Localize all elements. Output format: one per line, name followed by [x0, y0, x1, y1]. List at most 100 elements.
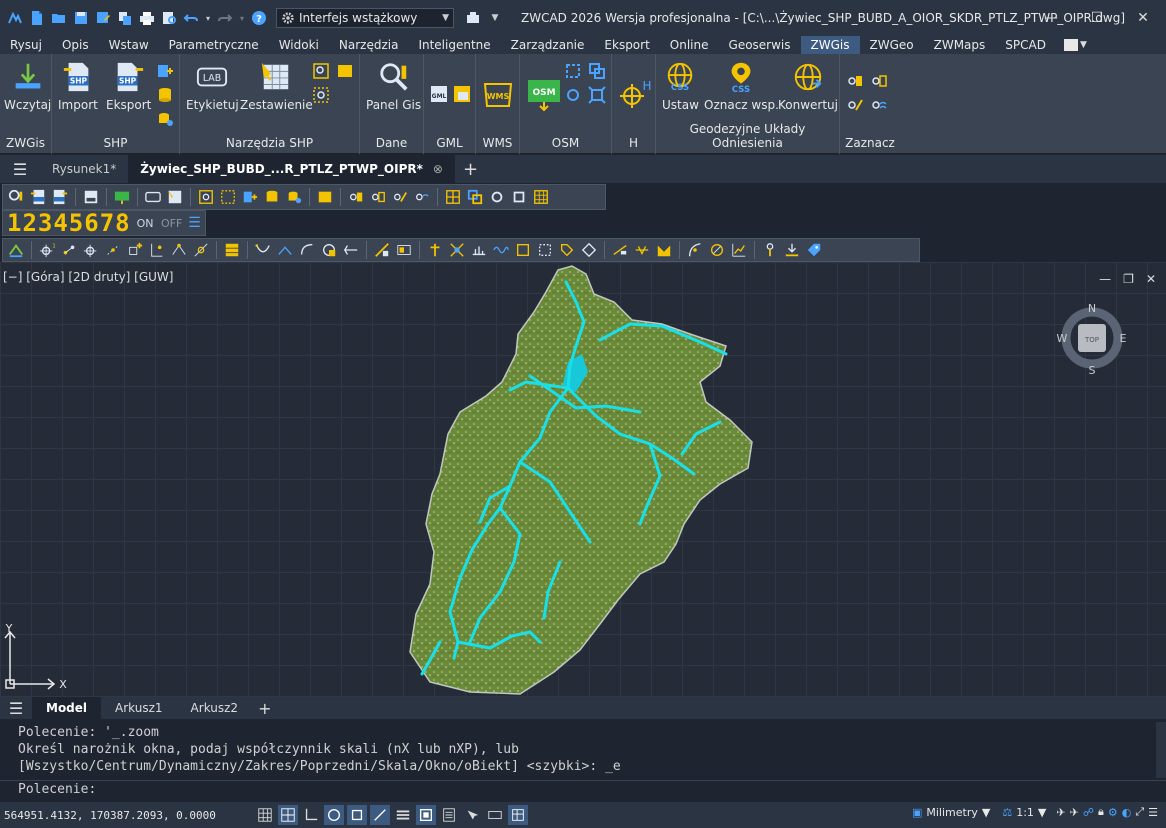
redo-icon[interactable] — [216, 9, 234, 27]
drawing-viewport[interactable]: [−] [Góra] [2D druty] [GUW] — ❐ ✕ TOP N … — [0, 262, 1166, 697]
menu-zwgeo[interactable]: ZWGeo — [860, 36, 924, 54]
tab-arkusz1[interactable]: Arkusz1 — [101, 697, 177, 719]
viewport-controls-label[interactable]: [−] [Góra] [2D druty] [GUW] — [3, 270, 173, 284]
frame-copy-icon[interactable] — [465, 187, 485, 207]
copy-icon[interactable] — [116, 9, 134, 27]
print-icon[interactable] — [138, 9, 156, 27]
summary-small-icon[interactable] — [165, 187, 185, 207]
annotation-visibility-icon[interactable]: ✈ — [1056, 806, 1065, 819]
point-7-icon[interactable] — [169, 240, 189, 260]
help-icon[interactable]: ? — [250, 9, 268, 27]
curve-5-icon[interactable] — [341, 240, 361, 260]
import-button[interactable]: SHP Import — [58, 60, 98, 112]
measure-2-icon[interactable] — [394, 240, 414, 260]
curve-1-icon[interactable] — [253, 240, 273, 260]
db-small-icon[interactable] — [262, 187, 282, 207]
slope-2-icon[interactable] — [707, 240, 727, 260]
refresh-frame-icon[interactable] — [487, 187, 507, 207]
gis-panel-small-icon[interactable] — [6, 187, 26, 207]
number-buttons[interactable]: 12345678 — [7, 209, 131, 237]
measure-1-icon[interactable] — [372, 240, 392, 260]
gis-panel-button[interactable]: Panel Gis — [366, 60, 421, 112]
load-button[interactable]: Wczytaj — [4, 60, 51, 112]
snap-2-icon[interactable] — [447, 240, 467, 260]
command-input[interactable]: Polecenie: — [0, 780, 1166, 800]
highlight-icon[interactable] — [336, 62, 354, 80]
database-icon[interactable] — [156, 86, 174, 104]
select-area-icon[interactable] — [312, 86, 330, 104]
osm-frame-icon[interactable] — [564, 62, 582, 80]
tab-model[interactable]: Model — [32, 697, 102, 719]
point-1-icon[interactable]: 1 — [37, 240, 57, 260]
tab-rysunek1[interactable]: Rysunek1* — [40, 155, 128, 183]
settings-icon[interactable]: ⚙ — [1108, 806, 1118, 819]
add-tab-icon[interactable]: + — [463, 159, 478, 180]
new-file-icon[interactable] — [28, 9, 46, 27]
point-4-icon[interactable] — [103, 240, 123, 260]
add-layer-icon[interactable] — [156, 62, 174, 80]
viewport-minimize-icon[interactable]: — — [1099, 272, 1111, 286]
slope-1-icon[interactable] — [685, 240, 705, 260]
snap-4-icon[interactable] — [491, 240, 511, 260]
osm-small-icon[interactable] — [112, 187, 132, 207]
text-3-icon[interactable] — [654, 240, 674, 260]
hamburger-menu-icon[interactable]: ☰ — [0, 160, 40, 179]
zoom-window-icon[interactable] — [312, 62, 330, 80]
gml-small-icon[interactable] — [81, 187, 101, 207]
osnap-icon[interactable] — [347, 805, 367, 825]
grid-table-icon[interactable] — [531, 187, 551, 207]
units-value[interactable]: Milimetry — [926, 806, 978, 819]
point-3-icon[interactable] — [81, 240, 101, 260]
add-layout-icon[interactable]: + — [258, 699, 271, 718]
app-menu-icon[interactable] — [6, 9, 24, 27]
dynamic-input-icon[interactable] — [485, 805, 505, 825]
db-link-small-icon[interactable] — [284, 187, 304, 207]
point-2-icon[interactable] — [59, 240, 79, 260]
on-button[interactable]: ON — [137, 217, 154, 230]
text-2-icon[interactable] — [632, 240, 652, 260]
off-button[interactable]: OFF — [161, 217, 182, 230]
otrack-icon[interactable] — [370, 805, 390, 825]
curve-3-icon[interactable] — [297, 240, 317, 260]
menu-narzedzia[interactable]: Narzędzia — [329, 36, 409, 54]
set-button[interactable]: CSS Ustaw — [662, 60, 699, 112]
menu-zwmaps[interactable]: ZWMaps — [924, 36, 996, 54]
text-1-icon[interactable] — [610, 240, 630, 260]
summary-button[interactable]: Zestawienie — [240, 60, 313, 112]
point-6-icon[interactable] — [147, 240, 167, 260]
mark-2-icon[interactable] — [368, 187, 388, 207]
shp-import-small-icon[interactable] — [28, 187, 48, 207]
export-button[interactable]: SHP Eksport — [106, 60, 151, 112]
menu-spcad[interactable]: SPCAD — [995, 36, 1056, 54]
tab-arkusz2[interactable]: Arkusz2 — [177, 697, 253, 719]
quick-props-icon[interactable] — [439, 805, 459, 825]
select-water-icon[interactable] — [870, 96, 888, 114]
database-link-icon[interactable] — [156, 110, 174, 128]
snap-3-icon[interactable] — [469, 240, 489, 260]
table-small-icon[interactable] — [222, 240, 242, 260]
save-as-icon[interactable] — [94, 9, 112, 27]
extent-icon[interactable] — [509, 187, 529, 207]
maximize-icon[interactable]: ☐ — [1074, 0, 1120, 36]
clean-screen-icon[interactable]: ⤢ — [1135, 805, 1144, 819]
auto-scale-icon[interactable]: ✈ — [1070, 806, 1079, 819]
convert-button[interactable]: Konwertuj — [778, 60, 838, 112]
probe-icon[interactable] — [760, 240, 780, 260]
menu-zarzadzanie[interactable]: Zarządzanie — [501, 36, 595, 54]
add-small-icon[interactable] — [240, 187, 260, 207]
tag-icon[interactable] — [804, 240, 824, 260]
close-tab-icon[interactable]: ⊗ — [433, 162, 443, 176]
select-road-icon[interactable] — [846, 96, 864, 114]
scale-value[interactable]: 1:1 — [1016, 806, 1034, 819]
transparency-icon[interactable] — [416, 805, 436, 825]
ribbon-minimize-icon[interactable] — [1063, 39, 1078, 51]
ribbon-options-icon[interactable]: ▼ — [1080, 40, 1087, 50]
curve-2-icon[interactable] — [275, 240, 295, 260]
wms-icon[interactable]: WMS — [481, 78, 515, 112]
snap-1-icon[interactable] — [425, 240, 445, 260]
curve-4-icon[interactable] — [319, 240, 339, 260]
close-icon[interactable]: ✕ — [1120, 0, 1166, 36]
grid-display-icon[interactable] — [255, 805, 275, 825]
shp-export-small-icon[interactable] — [50, 187, 70, 207]
menu-eksport[interactable]: Eksport — [594, 36, 659, 54]
